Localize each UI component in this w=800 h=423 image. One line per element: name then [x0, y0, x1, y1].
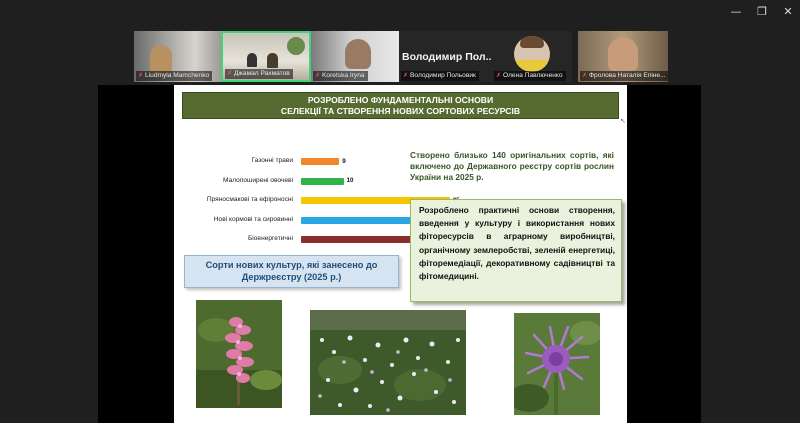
mic-off-icon: ✗: [403, 72, 409, 79]
participant-avatar: [150, 45, 172, 73]
chart-category-label: Нові кормові та сировинні: [213, 215, 293, 223]
video-conference-window: — ❐ ✕ ✗ Liudmyla Mamchenko ✗ Джамал Рахмат…: [0, 0, 800, 423]
plant-photo-field: [310, 310, 466, 415]
varieties-summary-text: Створено близько 140 оригінальних сортів…: [410, 150, 614, 182]
plant-decoration: [287, 37, 305, 55]
participant-avatar: [267, 53, 278, 68]
participant-name: Фролова Наталія Епіне...: [589, 72, 666, 79]
slide-title-line: РОЗРОБЛЕНО ФУНДАМЕНТАЛЬНІ ОСНОВИ: [307, 95, 494, 105]
restore-button[interactable]: ❐: [752, 4, 772, 20]
plant-photo-pink-flower: [196, 300, 282, 408]
participant-tile[interactable]: ✗ Liudmyla Mamchenko: [134, 31, 221, 82]
participant-tile[interactable]: ✗ Фролова Наталія Епіне...: [578, 31, 668, 82]
participant-name-tag: ✗ Олена Павлюченко: [494, 71, 566, 81]
participant-name: Liudmyla Mamchenko: [145, 72, 210, 79]
chart-value-label: 10: [346, 177, 354, 184]
mic-off-icon: ✗: [227, 70, 233, 77]
presentation-slide: РОЗРОБЛЕНО ФУНДАМЕНТАЛЬНІ ОСНОВИ СЕЛЕКЦІ…: [174, 85, 627, 423]
chart-bar: [301, 177, 344, 185]
mic-off-icon: ✗: [138, 72, 144, 79]
mic-off-icon: ✗: [582, 72, 588, 79]
participant-name: Джамал Рахматов: [234, 70, 290, 77]
participant-avatar: [608, 37, 638, 71]
slide-title-line: СЕЛЕКЦІЇ ТА СТВОРЕННЯ НОВИХ СОРТОВИХ РЕС…: [280, 106, 521, 116]
chart-category-label: Малопоширені овочеві: [223, 176, 293, 184]
participant-avatar: [514, 36, 550, 72]
participant-name-tag: ✗ Фролова Наталія Епіне...: [580, 71, 668, 81]
participant-name-tag: ✗ Володимир Польовик: [401, 71, 479, 81]
participant-avatar: [345, 39, 371, 69]
participant-tile[interactable]: ✗ Олена Павлюченко: [492, 31, 572, 82]
chart-value-label: 9: [342, 157, 346, 165]
mouse-cursor-icon: ↖: [620, 118, 626, 125]
participant-tile-active-speaker[interactable]: ✗ Джамал Рахматов: [221, 31, 311, 82]
mic-off-icon: ✗: [315, 72, 321, 79]
mic-off-icon: ✗: [496, 72, 502, 79]
chart-category-label: Газонні трави: [251, 157, 293, 164]
chart-bar: [301, 158, 340, 165]
slide-title: РОЗРОБЛЕНО ФУНДАМЕНТАЛЬНІ ОСНОВИ СЕЛЕКЦІ…: [182, 92, 619, 119]
chart-caption: Сорти нових культур, які занесено до Дер…: [184, 255, 399, 288]
participant-name: Koretska Iryna: [322, 72, 365, 79]
participant-tile[interactable]: ✗ Koretska Iryna: [311, 31, 399, 82]
participant-name-tag: ✗ Koretska Iryna: [313, 71, 368, 81]
participant-name-tag: ✗ Liudmyla Mamchenko: [136, 71, 213, 81]
participant-avatar: [247, 53, 257, 67]
participant-name: Володимир Польовик: [410, 72, 476, 79]
research-summary-box: Розроблено практичні основи створення, в…: [410, 199, 622, 302]
close-button[interactable]: ✕: [778, 4, 798, 20]
chart-category-label: Пряносмакові та ефіроносні: [206, 196, 293, 203]
participant-name-placeholder: Володимир Пол...: [402, 51, 495, 63]
participant-name: Олена Павлюченко: [503, 72, 563, 79]
chart-category-label: Біоенергетичні: [247, 235, 293, 242]
participant-name-tag: ✗ Джамал Рахматов: [225, 69, 293, 79]
minimize-button[interactable]: —: [726, 4, 746, 20]
plant-photo-purple-flower: [514, 313, 600, 415]
